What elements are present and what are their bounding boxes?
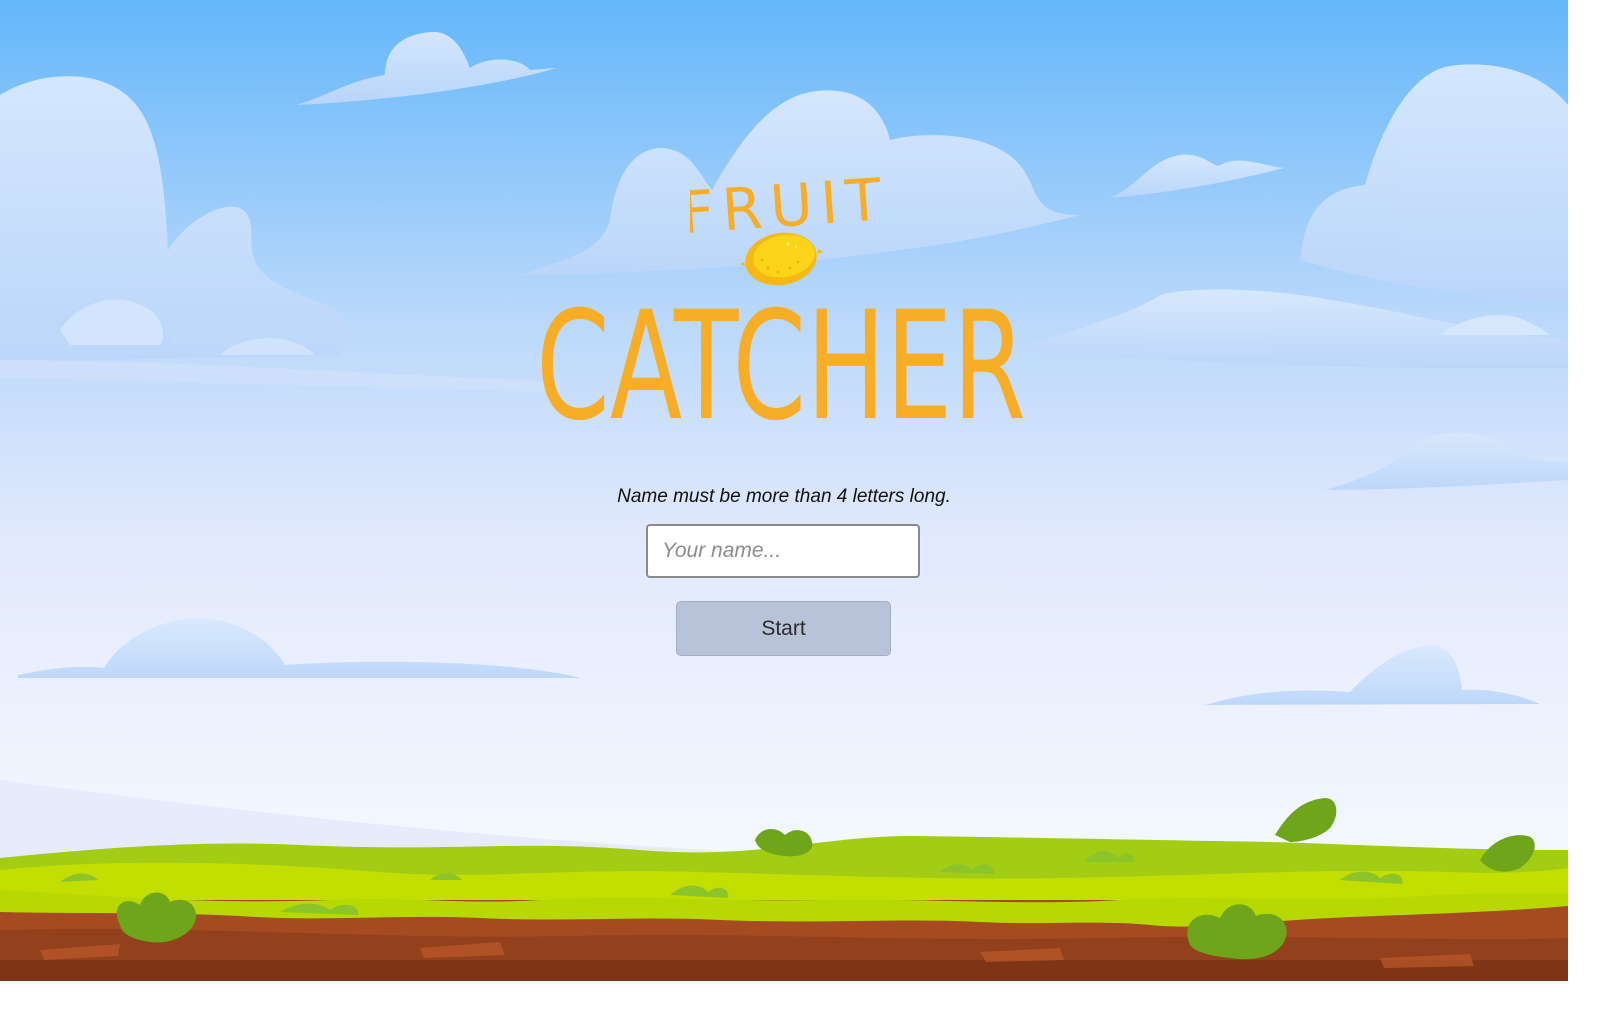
name-length-hint: Name must be more than 4 letters long.	[617, 486, 951, 507]
logo-catcher-word: CATCHER	[536, 290, 1026, 430]
lemon-icon	[740, 232, 823, 286]
name-input[interactable]	[646, 524, 920, 578]
game-scene: FRUIT CATCHER Name must be more than 4 l…	[0, 0, 1568, 981]
start-button[interactable]: Start	[676, 601, 891, 656]
logo-catcher-text: CATCHER	[536, 290, 1026, 430]
